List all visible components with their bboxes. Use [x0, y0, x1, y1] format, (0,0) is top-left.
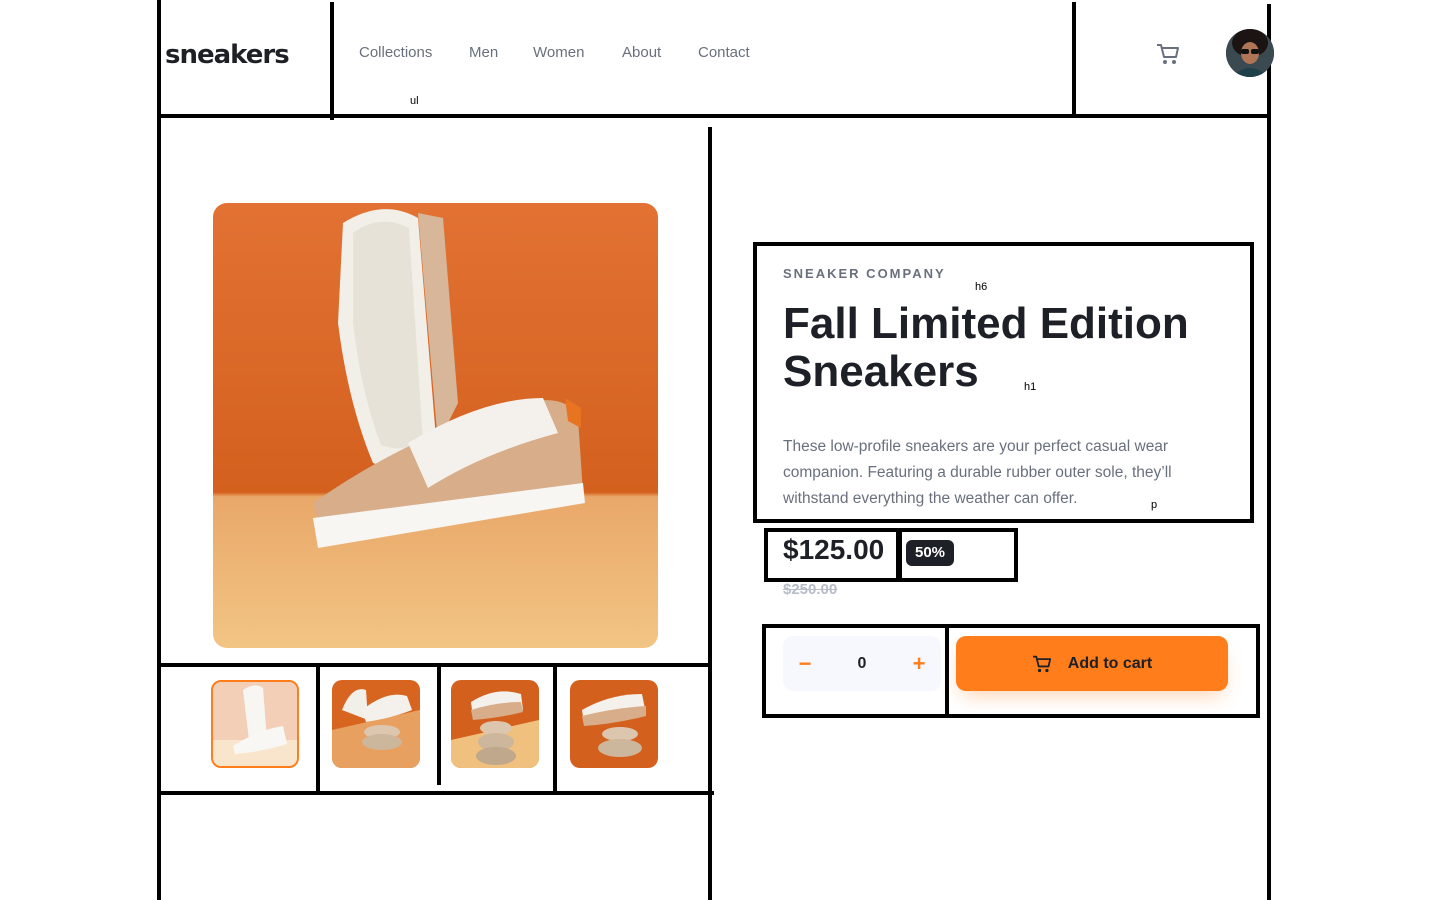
frame-line [316, 667, 320, 793]
nav-collections[interactable]: Collections [359, 42, 432, 64]
product-main-image[interactable] [213, 203, 658, 648]
quantity-stepper: − 0 + [783, 636, 941, 691]
original-price: $250.00 [783, 581, 838, 598]
frame-line [945, 628, 949, 714]
frame-line [553, 667, 557, 793]
tag-label-ul: ul [410, 95, 419, 107]
tag-label-h1: h1 [1024, 381, 1037, 393]
frame-line [708, 127, 712, 900]
plus-icon[interactable]: + [897, 636, 941, 691]
frame-line [158, 663, 712, 667]
frame-line [437, 667, 441, 785]
nav-men[interactable]: Men [469, 42, 498, 64]
frame-line [330, 2, 334, 120]
nav-women[interactable]: Women [533, 42, 584, 64]
current-price: $125.00 [783, 534, 885, 565]
nav-about[interactable]: About [622, 42, 661, 64]
nav-contact[interactable]: Contact [698, 42, 750, 64]
thumbnail-1[interactable] [211, 680, 299, 768]
thumbnail-4[interactable] [570, 680, 658, 768]
logo[interactable]: sneakers [165, 35, 290, 75]
tag-label-p: p [1151, 499, 1158, 511]
add-to-cart-button[interactable]: Add to cart [956, 636, 1228, 691]
company-name: SNEAKER COMPANY [783, 266, 946, 281]
cart-icon[interactable] [1156, 43, 1180, 65]
add-to-cart-label: Add to cart [1067, 654, 1153, 672]
cart-icon [1032, 655, 1052, 673]
thumbnail-3[interactable] [451, 680, 539, 768]
minus-icon[interactable]: − [783, 636, 827, 691]
discount-badge: 50% [906, 540, 955, 566]
frame-line [1072, 2, 1076, 114]
thumbnail-2[interactable] [332, 680, 420, 768]
product-title: Fall Limited Edition Sneakers [783, 299, 1189, 396]
avatar[interactable] [1226, 29, 1274, 77]
quantity-value: 0 [857, 655, 867, 672]
tag-label-h6: h6 [975, 281, 988, 293]
frame-line [1267, 4, 1271, 900]
frame-line [158, 791, 714, 795]
frame-line [158, 114, 1270, 118]
frame-line [157, 0, 161, 900]
